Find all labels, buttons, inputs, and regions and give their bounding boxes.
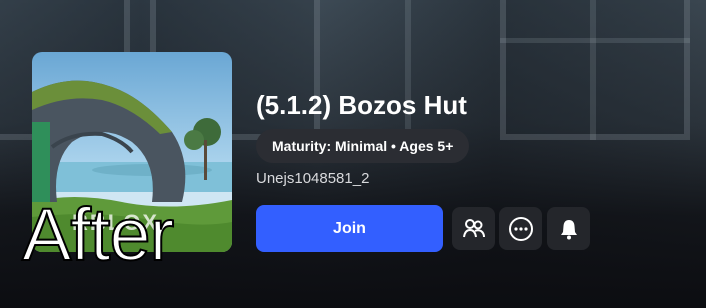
game-title: (5.1.2) Bozos Hut (256, 90, 467, 120)
join-button[interactable]: Join (256, 205, 443, 252)
more-options-button[interactable] (499, 207, 542, 250)
maturity-badge: Maturity: Minimal • Ages 5+ (256, 129, 470, 163)
bell-icon (560, 219, 577, 239)
creator-name[interactable]: Unejs1048581_2 (256, 169, 369, 189)
more-options-icon (508, 216, 533, 241)
party-icon (462, 218, 485, 237)
maturity-label: Maturity: Minimal • Ages 5+ (272, 138, 454, 154)
party-button[interactable] (452, 207, 495, 250)
overlay-caption: After (21, 192, 175, 277)
notify-button[interactable] (547, 207, 590, 250)
